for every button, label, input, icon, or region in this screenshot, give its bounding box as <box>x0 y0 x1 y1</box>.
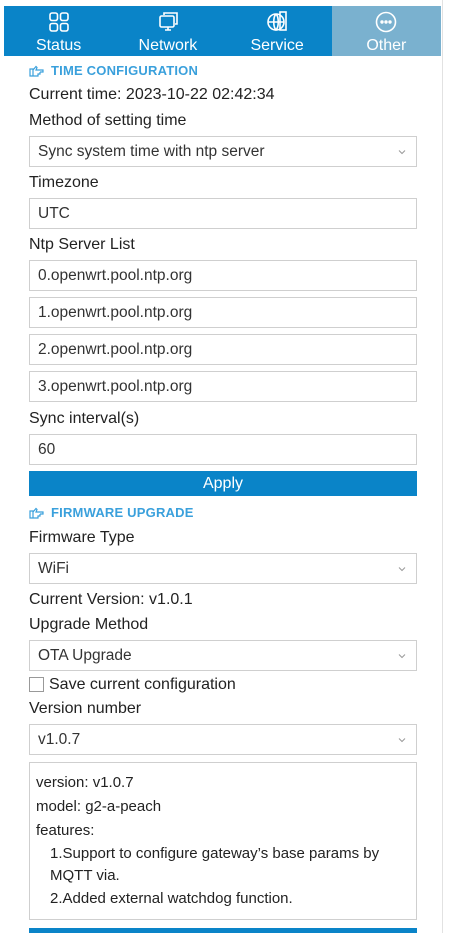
tab-network[interactable]: Network <box>113 6 223 56</box>
ntp-server-input[interactable]: 1.openwrt.pool.ntp.org <box>29 297 417 328</box>
tab-label: Other <box>366 37 407 54</box>
release-feature-2: 2.Added external watchdog function. <box>50 890 293 907</box>
save-config-checkbox[interactable] <box>29 677 44 692</box>
chevron-down-icon <box>398 654 406 659</box>
ntp-server-value: 0.openwrt.pool.ntp.org <box>38 266 193 284</box>
version-number-label: Version number <box>29 700 142 717</box>
save-config-label: Save current configuration <box>49 676 236 693</box>
ntp-label: Ntp Server List <box>29 236 135 253</box>
current-time: Current time: 2023-10-22 02:42:34 <box>29 86 275 103</box>
release-version: version: v1.0.7 <box>36 774 134 791</box>
timezone-label: Timezone <box>29 174 99 191</box>
tab-label: Status <box>35 37 82 54</box>
grid-icon <box>48 12 69 32</box>
ntp-server-input[interactable]: 2.openwrt.pool.ntp.org <box>29 334 417 365</box>
timezone-input[interactable]: UTC <box>29 198 417 229</box>
interval-value: 60 <box>38 440 56 458</box>
monitor-icon <box>159 12 178 31</box>
interval-input[interactable]: 60 <box>29 434 417 465</box>
apply-button[interactable]: Apply <box>29 471 417 496</box>
ntp-server-value: 2.openwrt.pool.ntp.org <box>38 340 193 358</box>
release-notes[interactable]: version: v1.0.7 model: g2-a-peach featur… <box>29 762 417 920</box>
version-number-select[interactable]: v1.0.7 <box>29 724 417 755</box>
section-title-text: TIME CONFIGURATION <box>51 63 199 78</box>
ntp-server-value: 3.openwrt.pool.ntp.org <box>38 377 193 395</box>
upgrade-method-label: Upgrade Method <box>29 616 149 633</box>
version-number-value: v1.0.7 <box>38 730 81 748</box>
firmware-title: FIRMWARE UPGRADE <box>29 505 194 520</box>
top-nav: Status Network Service Other <box>4 6 441 56</box>
release-feature-1: 1.Support to configure gateway’s base pa… <box>50 845 380 884</box>
upgrade-method-select[interactable]: OTA Upgrade <box>29 640 417 671</box>
upgrade-button[interactable] <box>29 928 417 933</box>
release-model: model: g2-a-peach <box>36 798 162 815</box>
ntp-server-input[interactable]: 3.openwrt.pool.ntp.org <box>29 371 417 402</box>
timezone-value: UTC <box>38 204 70 222</box>
method-select-value: Sync system time with ntp server <box>38 142 265 160</box>
tab-label: Service <box>250 37 304 54</box>
tab-other[interactable]: Other <box>331 6 441 56</box>
tab-service[interactable]: Service <box>222 6 332 56</box>
firmware-type-value: WiFi <box>38 559 69 577</box>
ntp-server-input[interactable]: 0.openwrt.pool.ntp.org <box>29 260 417 291</box>
firmware-type-label: Firmware Type <box>29 529 135 546</box>
method-label: Method of setting time <box>29 112 187 129</box>
chevron-down-icon <box>398 567 406 572</box>
page-edge <box>443 0 451 933</box>
method-select[interactable]: Sync system time with ntp server <box>29 136 417 167</box>
interval-label: Sync interval(s) <box>29 410 140 427</box>
time-config-title: TIME CONFIGURATION <box>29 63 198 78</box>
pointing-hand-icon <box>29 507 44 519</box>
pointing-hand-icon <box>29 65 44 77</box>
ntp-server-value: 1.openwrt.pool.ntp.org <box>38 303 193 321</box>
tab-label: Network <box>138 37 198 54</box>
globe-icon <box>267 11 287 32</box>
chevron-down-icon <box>398 150 406 155</box>
upgrade-method-value: OTA Upgrade <box>38 646 132 664</box>
chevron-down-icon <box>398 738 406 743</box>
firmware-type-select[interactable]: WiFi <box>29 553 417 584</box>
more-icon <box>376 11 397 33</box>
section-title-text: FIRMWARE UPGRADE <box>51 505 194 520</box>
release-features-label: features: <box>36 822 95 839</box>
current-version: Current Version: v1.0.1 <box>29 591 193 608</box>
tab-status[interactable]: Status <box>4 6 114 56</box>
